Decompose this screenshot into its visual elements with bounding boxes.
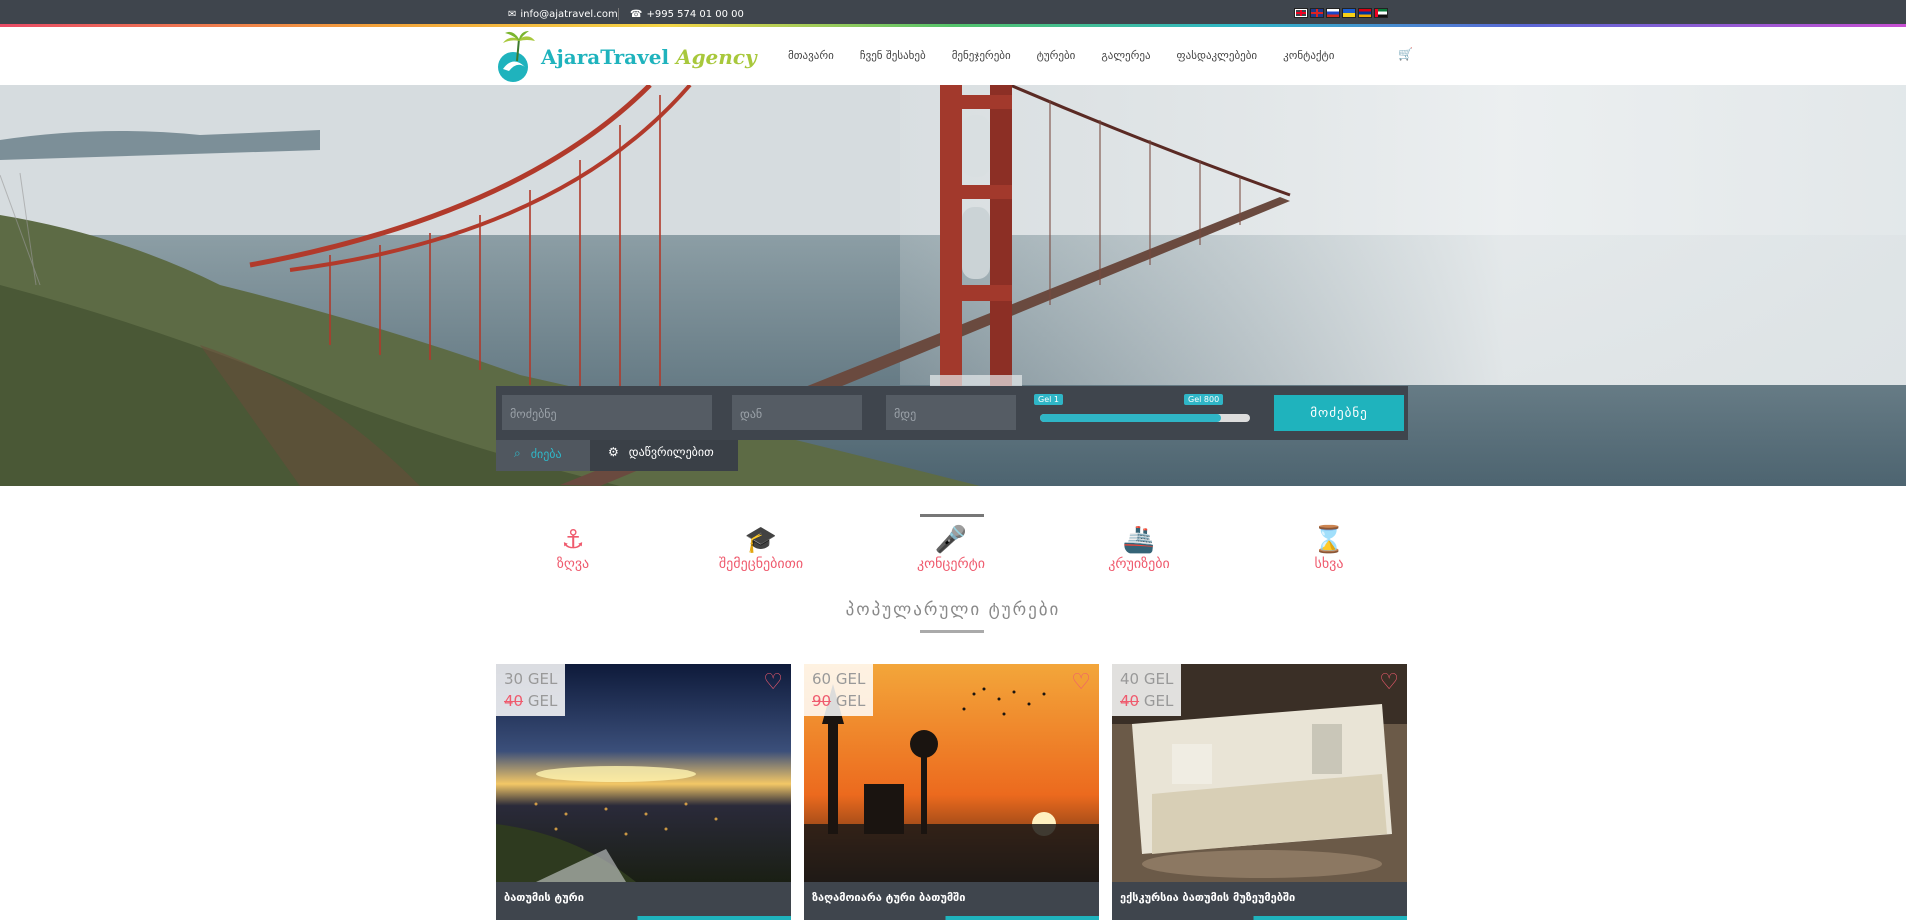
graduation-cap-icon: 🎓 (744, 525, 778, 555)
nav-item-gallery[interactable]: გალერეა (1101, 49, 1150, 62)
palm-wave-logo-icon (495, 31, 537, 83)
search-button[interactable]: მოძებნე (1274, 395, 1404, 431)
nav-item-home[interactable]: მთავარი (788, 49, 834, 62)
range-min-label: Gel 1 (1034, 394, 1063, 405)
nav-item-discounts[interactable]: ფასდაკლებები (1177, 49, 1258, 62)
flag-ukraine-icon[interactable] (1342, 8, 1356, 18)
card-accent-bar (496, 916, 791, 920)
range-max-label: Gel 800 (1184, 394, 1224, 405)
nav-item-managers[interactable]: მენეჯერები (952, 49, 1011, 62)
category-cruises[interactable]: 🚢 კრუიზები (1064, 524, 1214, 572)
flag-uk-icon[interactable] (1310, 8, 1324, 18)
date-from-input[interactable]: დან (732, 395, 862, 430)
logo-text: AjaraTravel Agency (541, 45, 757, 69)
search-panel: მოძებნე დან მდე Gel 1 Gel 800 მოძებნე (496, 386, 1408, 440)
flag-uae-icon[interactable] (1374, 8, 1388, 18)
microphone-icon: 🎤 (934, 525, 968, 555)
category-sea[interactable]: ⚓ ზღვა (498, 524, 648, 572)
anchor-icon: ⚓ (561, 525, 585, 555)
settings-icon: ⚙ (608, 445, 619, 459)
page: ✉ info@ajatravel.com ☎ +995 574 01 00 00 (0, 0, 1906, 920)
tour-card[interactable]: 40 GEL 40 GEL ♡ ექსკურსია ბათუმის მუზეუმ… (1112, 664, 1407, 920)
category-other[interactable]: ⌛ სხვა (1254, 524, 1404, 572)
hourglass-icon: ⌛ (1312, 525, 1346, 555)
keyword-input[interactable]: მოძებნე (502, 395, 712, 430)
category-bar: ⚓ ზღვა 🎓 შემეცნებითი 🎤 კონცერტი 🚢 კრუიზე… (0, 510, 1906, 590)
flag-georgia-icon[interactable] (1294, 8, 1308, 18)
nav-item-about[interactable]: ჩვენ შესახებ (860, 49, 926, 62)
tour-title: ბათუმის ტური (504, 891, 584, 904)
nav-item-tours[interactable]: ტურები (1037, 49, 1076, 62)
price-badge: 30 GEL 40 GEL (496, 664, 566, 716)
card-accent-bar (1112, 916, 1407, 920)
site-header: AjaraTravel Agency მთავარი ჩვენ შესახებ … (0, 27, 1906, 85)
heart-icon[interactable]: ♡ (763, 672, 783, 694)
price-badge: 60 GEL 90 GEL (804, 664, 874, 716)
price-badge: 40 GEL 40 GEL (1112, 664, 1182, 716)
tour-title: ექსკურსია ბათუმის მუზეუმებში (1120, 891, 1296, 904)
divider (618, 8, 619, 20)
tour-title: ზაღამოიარა ტური ბათუმში (812, 891, 966, 904)
heart-icon[interactable]: ♡ (1071, 672, 1091, 694)
flag-armenia-icon[interactable] (1358, 8, 1372, 18)
ship-icon: 🚢 (1122, 525, 1156, 555)
tour-card[interactable]: 30 GEL 40 GEL ♡ ბათუმის ტური (496, 664, 791, 920)
email-link[interactable]: ✉ info@ajatravel.com (508, 9, 618, 20)
range-track (1040, 414, 1250, 422)
section-title: პოპულარული ტურები (845, 600, 1061, 620)
site-logo[interactable]: AjaraTravel Agency (495, 31, 757, 83)
phone-icon: ☎ (630, 9, 643, 20)
heart-icon[interactable]: ♡ (1379, 672, 1399, 694)
phone-link[interactable]: ☎ +995 574 01 00 00 (630, 9, 744, 20)
category-concert[interactable]: 🎤 კონცერტი (876, 524, 1026, 572)
nav-item-contact[interactable]: კონტაქტი (1283, 49, 1334, 62)
range-fill (1040, 414, 1221, 422)
main-nav: მთავარი ჩვენ შესახებ მენეჯერები ტურები გ… (788, 49, 1334, 62)
top-info-bar: ✉ info@ajatravel.com ☎ +995 574 01 00 00 (0, 0, 1906, 27)
shopping-cart-icon[interactable]: 🛒 (1398, 47, 1413, 61)
tour-card[interactable]: 60 GEL 90 GEL ♡ ზაღამოიარა ტური ბათუმში (804, 664, 1099, 920)
envelope-icon: ✉ (508, 9, 517, 20)
title-underline (920, 630, 984, 633)
category-educational[interactable]: 🎓 შემეცნებითი (686, 524, 836, 572)
date-to-input[interactable]: მდე (886, 395, 1016, 430)
active-category-indicator (920, 514, 984, 517)
language-switcher (1294, 8, 1388, 18)
flag-russia-icon[interactable] (1326, 8, 1340, 18)
search-icon: ⌕ (514, 446, 521, 460)
card-accent-bar (804, 916, 1099, 920)
price-range-slider[interactable]: Gel 1 Gel 800 (1034, 386, 1256, 440)
